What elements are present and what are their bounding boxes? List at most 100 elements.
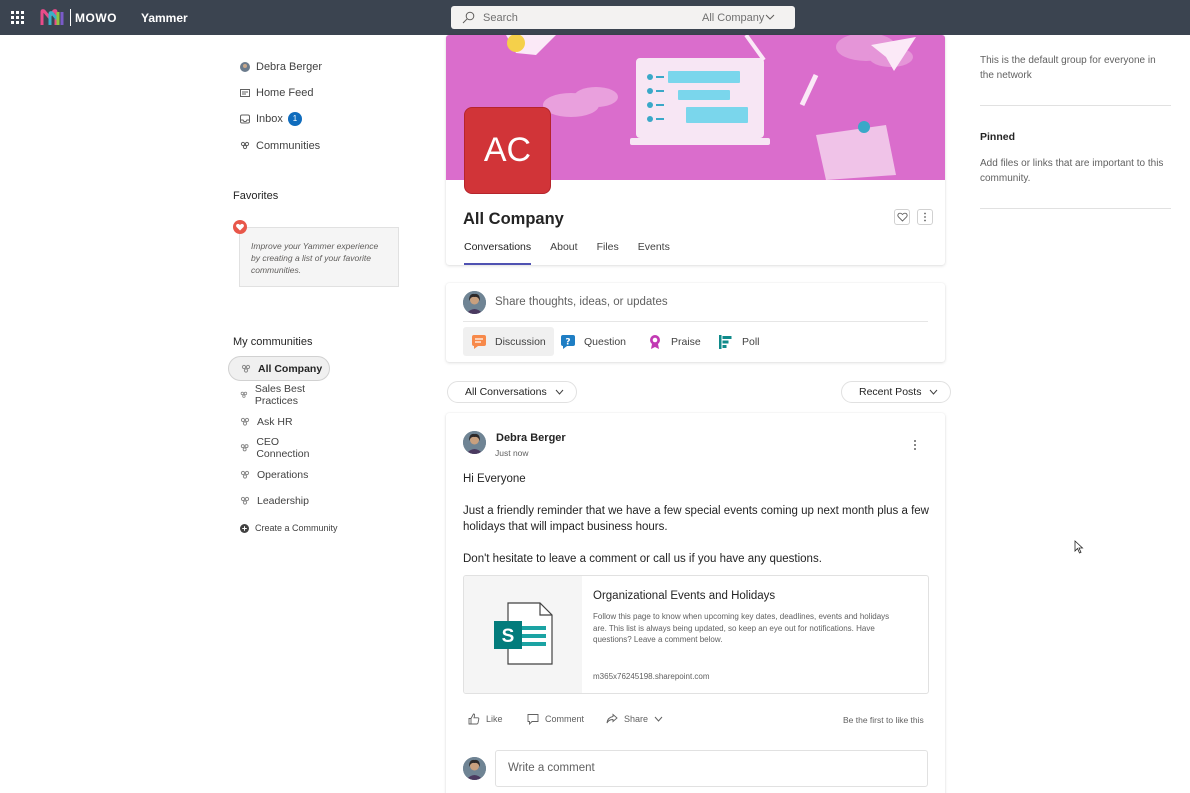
community-label: All Company [258, 362, 323, 375]
post-author[interactable]: Debra Berger [496, 432, 566, 444]
post-card: Debra Berger Just now Hi Everyone Just a… [446, 413, 945, 793]
user-avatar-icon [240, 62, 250, 72]
pinned-title: Pinned [980, 131, 1016, 143]
link-url[interactable]: m365x76245198.sharepoint.com [593, 672, 710, 681]
praise-button[interactable]: Praise [639, 327, 709, 356]
search-box[interactable]: Search All Company [451, 6, 795, 29]
nav-item-profile[interactable]: Debra Berger [240, 59, 322, 75]
poll-button[interactable]: Poll [710, 327, 768, 356]
question-label: Question [584, 335, 627, 348]
composer-input[interactable]: Share thoughts, ideas, or updates [495, 296, 668, 308]
comment-icon [527, 714, 539, 725]
community-ask-hr[interactable]: Ask HR [228, 409, 330, 434]
nav-item-communities[interactable]: Communities [240, 138, 320, 154]
mowo-logo-icon [40, 9, 64, 25]
more-options-button[interactable] [917, 209, 933, 225]
my-communities-title: My communities [233, 336, 313, 348]
top-bar: MOWO Yammer Search All Company [0, 0, 1190, 35]
link-preview-card[interactable]: S Organizational Events and Holidays Fol… [463, 575, 929, 694]
brand-name: MOWO [75, 11, 117, 25]
community-icon [240, 443, 249, 451]
search-input[interactable]: Search [483, 12, 518, 24]
community-icon [240, 470, 250, 479]
community-sales-best-practices[interactable]: Sales Best Practices [228, 382, 330, 407]
community-all-company[interactable]: All Company [228, 356, 330, 381]
tab-files[interactable]: Files [597, 241, 619, 265]
sort-label: Recent Posts [859, 386, 922, 398]
like-label: Like [486, 714, 503, 724]
more-vertical-icon [924, 212, 926, 222]
create-community-link[interactable]: Create a Community [240, 523, 338, 533]
community-label: Operations [257, 468, 309, 481]
group-title: All Company [463, 210, 564, 228]
post-paragraph: Hi Everyone [463, 473, 526, 485]
communities-icon [240, 141, 250, 150]
group-avatar: AC [464, 107, 551, 194]
group-description: This is the default group for everyone i… [980, 55, 1156, 81]
favorites-title: Favorites [233, 190, 279, 202]
community-operations[interactable]: Operations [228, 462, 330, 487]
community-ceo-connection[interactable]: CEO Connection [228, 435, 330, 460]
chevron-down-icon [654, 716, 663, 722]
community-label: Ask HR [257, 415, 293, 428]
praise-label: Praise [671, 335, 701, 348]
chevron-down-icon [930, 389, 938, 395]
community-icon [240, 496, 250, 505]
community-label: Sales Best Practices [254, 382, 306, 407]
user-avatar [463, 291, 486, 314]
app-launcher-icon[interactable] [11, 11, 24, 24]
sort-dropdown[interactable]: Recent Posts [841, 381, 952, 403]
mouse-cursor-icon [1074, 540, 1084, 554]
tab-about[interactable]: About [550, 241, 577, 265]
more-vertical-icon[interactable] [913, 439, 917, 451]
inbox-icon [240, 114, 250, 124]
search-scope[interactable]: All Company [702, 12, 764, 24]
praise-icon [650, 334, 660, 349]
post-timestamp: Just now [495, 448, 529, 458]
nav-item-inbox[interactable]: Inbox 1 [240, 111, 302, 127]
community-icon [241, 364, 251, 373]
nav-item-label: Inbox [256, 113, 283, 125]
nav-item-label: Debra Berger [256, 61, 323, 73]
favorites-hint: Improve your Yammer experience by creati… [239, 227, 399, 287]
inbox-count-badge: 1 [287, 112, 302, 126]
discussion-icon [472, 334, 486, 349]
nav-item-label: Communities [256, 140, 321, 152]
post-composer: Share thoughts, ideas, or updates Discus… [446, 283, 945, 362]
discussion-label: Discussion [495, 335, 546, 348]
like-button[interactable]: Like [468, 713, 503, 725]
discussion-button[interactable]: Discussion [463, 327, 554, 356]
home-feed-icon [240, 89, 250, 97]
nav-item-label: Home Feed [256, 87, 314, 99]
user-avatar [463, 757, 486, 780]
author-avatar[interactable] [463, 431, 486, 454]
svg-text:S: S [502, 626, 515, 647]
question-button[interactable]: ? Question [552, 327, 634, 356]
comment-input[interactable]: Write a comment [495, 750, 928, 787]
conversation-filter-dropdown[interactable]: All Conversations [447, 381, 577, 403]
comment-button[interactable]: Comment [527, 713, 584, 725]
link-description: Follow this page to know when upcoming k… [593, 612, 890, 644]
community-icon [240, 391, 248, 398]
community-label: CEO Connection [256, 435, 310, 460]
thumbs-up-icon [468, 713, 480, 725]
group-header: AC All Company Conversations About Files… [446, 35, 945, 265]
create-community-label: Create a Community [255, 523, 338, 533]
question-icon: ? [561, 334, 575, 349]
community-leadership[interactable]: Leadership [228, 488, 330, 513]
post-paragraph: Just a friendly reminder that we have a … [463, 505, 929, 533]
nav-item-home-feed[interactable]: Home Feed [240, 85, 313, 101]
community-icon [240, 417, 250, 426]
share-icon [606, 713, 618, 724]
logo-divider [70, 9, 71, 26]
tab-conversations[interactable]: Conversations [464, 241, 532, 265]
svg-text:?: ? [565, 337, 570, 347]
filter-label: All Conversations [465, 386, 547, 398]
link-title[interactable]: Organizational Events and Holidays [593, 590, 775, 602]
share-button[interactable]: Share [606, 713, 663, 725]
chevron-down-icon[interactable] [765, 13, 775, 21]
tab-events[interactable]: Events [638, 241, 670, 265]
favorite-button[interactable] [894, 209, 910, 225]
composer-divider [463, 321, 928, 322]
app-name[interactable]: Yammer [141, 11, 188, 25]
